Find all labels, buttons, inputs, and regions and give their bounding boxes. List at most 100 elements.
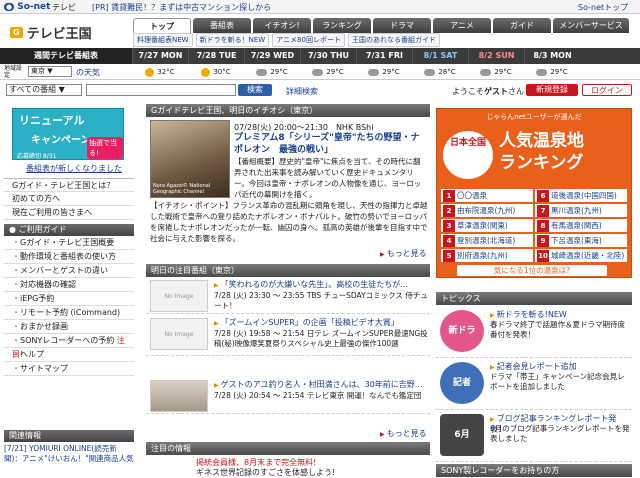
- sidebar-item-iepg[interactable]: iEPG予約: [4, 292, 134, 306]
- sonet-top-link[interactable]: So-netトップ: [578, 2, 628, 13]
- day-cell-saturday[interactable]: 8/1 SAT: [412, 48, 468, 64]
- tab-pickup[interactable]: イチオシ!: [253, 18, 311, 33]
- tab-member-service[interactable]: メンバーサービス: [553, 18, 629, 33]
- sidebar-item-about[interactable]: Gガイド・テレビ王国とは？: [4, 178, 134, 192]
- topic-body: 春ドラマ終了で話題作＆夏ドラマ期待度番付を発表！: [490, 320, 625, 339]
- calendar-icon[interactable]: 6月: [440, 414, 484, 456]
- day-cell[interactable]: 8/3 MON: [524, 48, 580, 64]
- rank-item[interactable]: 4 登別温泉(北海道): [441, 234, 533, 247]
- area-select[interactable]: 東京 ▼: [28, 66, 72, 77]
- tab-guide[interactable]: ガイド: [493, 18, 551, 33]
- tab-ranking[interactable]: ランキング: [313, 18, 371, 33]
- program-title-link[interactable]: ゲストのアユ釣り名人・村田満さんは、30年前に吉野…: [214, 380, 428, 391]
- sun-icon: [145, 67, 155, 77]
- sidebar-item-devices[interactable]: 対応機器の確認: [4, 278, 134, 292]
- subnav-item-anime-report[interactable]: アニメ80回レポート: [272, 33, 345, 47]
- welcome-text: ようこそゲストさん: [452, 87, 524, 96]
- sidebar-item-current-users[interactable]: 現在ご利用の皆さまへ: [4, 206, 134, 220]
- sidebar-item-auto-record[interactable]: おまかせ録画: [4, 320, 134, 334]
- sidebar-item-first-time[interactable]: 初めての方へ: [4, 192, 134, 206]
- weather-cell: 29°C: [244, 66, 300, 78]
- area-label: 地域設定: [4, 65, 23, 79]
- feature-image[interactable]: Nora Agazzi© National Geographic Channel: [150, 120, 230, 198]
- more-link[interactable]: もっと見る: [380, 248, 427, 259]
- day-cell[interactable]: 7/30 THU: [300, 48, 356, 64]
- rank-item[interactable]: 3 草津温泉(関東): [441, 219, 533, 232]
- cloud-icon: [312, 68, 324, 76]
- banner-line1: リニューアル: [19, 114, 85, 127]
- search-scope-select[interactable]: すべての番組 ▼: [6, 84, 82, 96]
- tab-anime[interactable]: アニメ: [433, 18, 491, 33]
- tab-program-guide[interactable]: 番組表: [193, 18, 251, 33]
- program-title-link[interactable]: 「笑われるのが大嫌いな先生」。高校の生徒たちが…: [214, 280, 428, 291]
- banner-small: 応募締切 8/31: [17, 153, 57, 160]
- new-drama-icon[interactable]: 新ドラ: [440, 310, 484, 352]
- day-cell[interactable]: 7/27 MON: [132, 48, 188, 64]
- rank-item[interactable]: 1 〇〇温泉: [441, 189, 533, 202]
- tomorrow-header: 明日の注目番組（東京）: [146, 264, 430, 277]
- day-cell[interactable]: 7/31 FRI: [356, 48, 412, 64]
- sidebar-item-sony[interactable]: SONYレコーダーへの予約 注目!: [4, 334, 134, 359]
- tab-top[interactable]: トップ: [133, 18, 191, 33]
- program-item: ゲストのアユ釣り名人・村田満さんは、30年前に吉野… 7/28 (火) 20:5…: [146, 378, 430, 414]
- sonet-logo[interactable]: ● So-net: [4, 2, 50, 12]
- logo-badge: G: [10, 26, 23, 38]
- onsen-ranking-banner[interactable]: じゃらんnetユーザーが選んだ 日本全国 人気温泉地 ランキング 1 〇〇温泉 6…: [436, 108, 632, 278]
- pr-link[interactable]: [PR] 賃貸難民！？まずは中古マンション探しから: [92, 2, 271, 13]
- sidebar-item-environment[interactable]: 動作環境と番組表の使い方: [4, 250, 134, 264]
- day-cell-sunday[interactable]: 8/2 SUN: [468, 48, 524, 64]
- notice-link[interactable]: 掲統会員様、8月末まで完全無料!: [196, 458, 428, 468]
- press-report-icon[interactable]: 記者: [440, 362, 484, 404]
- onsen-head: じゃらんnetユーザーが選んだ: [486, 113, 582, 121]
- rank-item[interactable]: 9 下呂温泉(東海): [535, 234, 627, 247]
- topic-item: 新ドラ 新ドラを斬る!NEW 春ドラマ終了で話題作＆夏ドラマ期待度番付を発表！: [436, 306, 632, 358]
- day-cell[interactable]: 7/29 WED: [244, 48, 300, 64]
- feature-summary: 【番組概要】歴史的"皇帝"に焦点を当て、その時代に翻弄された出来事を読み解いてい…: [234, 157, 422, 199]
- sidebar-item-member-guest[interactable]: メンバーとゲストの違い: [4, 264, 134, 278]
- image-credit: Nora Agazzi© National Geographic Channel: [153, 183, 211, 195]
- sidebar-item-overview[interactable]: Gガイド・テレビ王国概要: [4, 236, 134, 250]
- cloud-icon: [424, 68, 436, 76]
- sidebar-item-help[interactable]: ヘルプ: [4, 348, 134, 362]
- weather-link[interactable]: の天気: [76, 67, 100, 78]
- banner-tag: 抽選で当る!: [87, 137, 123, 159]
- search-input[interactable]: [86, 84, 236, 96]
- onsen-footer-link[interactable]: 気になる1位の温泉は?: [457, 265, 607, 276]
- sidebar-item-remote[interactable]: リモート予約 (iCommand): [4, 306, 134, 320]
- program-title-link[interactable]: 「ズームインSUPER」の企画「投稿ビデオ大賞」: [214, 318, 428, 329]
- search-button[interactable]: 検索: [238, 84, 272, 96]
- register-button[interactable]: 新規登録: [526, 84, 578, 96]
- week-caption[interactable]: 週間テレビ番組表: [0, 48, 132, 64]
- rank-item[interactable]: 10 城崎温泉(近畿・北陸): [535, 249, 627, 262]
- program-guide-renewed-link[interactable]: 番組表が新しくなりました: [26, 163, 122, 174]
- rank-item[interactable]: 5 別府温泉(九州): [441, 249, 533, 262]
- sony-header: SONY製レコーダーをお持ちの方: [436, 464, 632, 477]
- feature-header: Gガイドテレビ王国、明日のイチオシ（東京）: [146, 104, 430, 117]
- news-item[interactable]: [7/21] YOMIURI ONLINE(読売新聞)：アニメ"けいおん！"関連…: [4, 444, 134, 464]
- login-button[interactable]: ログイン: [582, 84, 632, 96]
- feature-point: 【イチオシ・ポイント】フランス革命の混乱期に頭角を現し、天性の指揮力と卓越した戦…: [150, 201, 428, 243]
- tab-drama[interactable]: ドラマ: [373, 18, 431, 33]
- weather-cell: 32°C: [132, 66, 188, 78]
- site-logo[interactable]: G テレビ王国: [10, 24, 92, 42]
- sub-nav: 料理番組表NEW 新ドラを斬る！NEW アニメ80回レポート 王国のあれなる番組…: [133, 33, 440, 47]
- subnav-item-new-drama[interactable]: 新ドラを斬る！NEW: [195, 33, 270, 47]
- day-cell[interactable]: 7/28 TUE: [188, 48, 244, 64]
- program-thumb[interactable]: [150, 380, 208, 412]
- rank-item[interactable]: 2 由布院温泉(九州): [441, 204, 533, 217]
- cloud-icon: [256, 68, 268, 76]
- rank-item[interactable]: 6 道後温泉(中国四国): [535, 189, 627, 202]
- subnav-item-cooking[interactable]: 料理番組表NEW: [133, 33, 193, 47]
- renewal-campaign-banner[interactable]: リニューアル キャンペーン 抽選で当る! 応募締切 8/31: [12, 108, 124, 160]
- weather-cell: 29°C: [468, 66, 524, 78]
- advanced-search-link[interactable]: 詳細検索: [286, 86, 318, 97]
- rank-item[interactable]: 7 黒川温泉(九州): [535, 204, 627, 217]
- cloud-icon: [536, 68, 548, 76]
- rank-item[interactable]: 8 有馬温泉(関西): [535, 219, 627, 232]
- feature-program-title[interactable]: プレミアム8「シリーズ"皇帝"たちの野望・ナポレオン 最強の戦い」: [234, 132, 426, 156]
- more-link[interactable]: もっと見る: [380, 428, 427, 439]
- topic-item: 6月 ブログ記事ランキングレポート発表！ 6月のブログ記事ランキングレポートを発…: [436, 410, 632, 462]
- subnav-item-guide[interactable]: 王国のあれなる番組ガイド: [347, 33, 440, 47]
- usage-guide-header: ● ご利用ガイド: [4, 224, 134, 236]
- sidebar-item-sitemap[interactable]: サイトマップ: [4, 362, 134, 376]
